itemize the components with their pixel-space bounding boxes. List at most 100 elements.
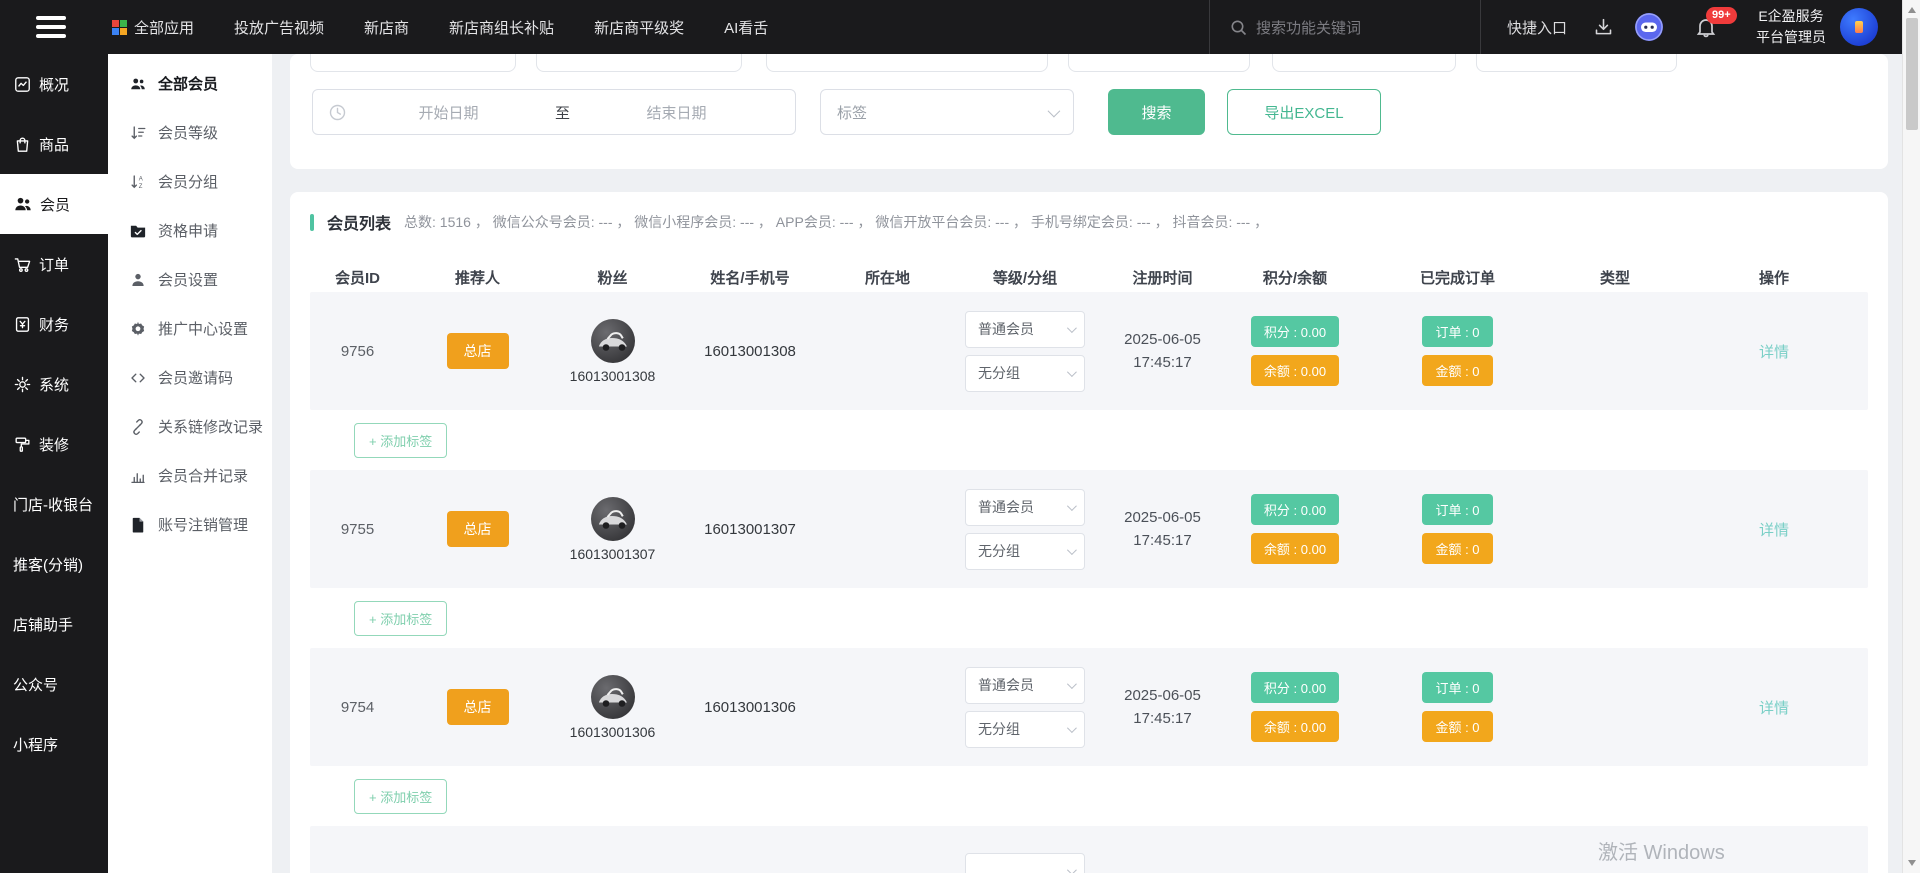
topnav-item-ai[interactable]: AI看舌 [724, 17, 768, 38]
primary-sidebar: 概况 商品 会员 订单 财务 系统 装修 门店-收银台 推客(分销) 店铺助手 … [0, 54, 108, 873]
orders-amount-cell: 订单 : 0 金额 : 0 [1422, 316, 1492, 386]
sidebar-item-decorate[interactable]: 装修 [0, 414, 108, 474]
page-scrollbar[interactable] [1902, 0, 1920, 873]
sidebar-item-mini-program[interactable]: 小程序 [0, 714, 108, 774]
member-car-avatar [591, 675, 635, 719]
level-select[interactable]: 普通会员 [965, 667, 1085, 704]
group-select[interactable]: 无分组 [965, 355, 1085, 392]
user-avatar[interactable] [1840, 8, 1878, 46]
filter-input-partial-1[interactable] [310, 54, 516, 72]
top-navigation: 全部应用 投放广告视频 新店商 新店商组长补贴 新店商平级奖 AI看舌 [112, 17, 768, 38]
add-tag-button[interactable]: + 添加标签 [354, 779, 447, 814]
member-id: 9756 [341, 343, 374, 360]
chevron-down-icon [1067, 679, 1077, 689]
submenu-item-merge-log[interactable]: 会员合并记录 [108, 451, 272, 500]
col-actions: 操作 [1759, 267, 1789, 288]
submenu-item-member-settings[interactable]: 会员设置 [108, 255, 272, 304]
users-icon [129, 75, 147, 93]
quick-entry-link[interactable]: 快捷入口 [1481, 17, 1593, 38]
add-tag-button[interactable]: + 添加标签 [354, 601, 447, 636]
fans-number: 16013001307 [570, 546, 656, 562]
level-select[interactable]: 普通会员 [965, 311, 1085, 348]
balance-badge: 余额 : 0.00 [1251, 711, 1339, 742]
submenu-item-relation-log[interactable]: 关系链修改记录 [108, 402, 272, 451]
submenu-item-member-group[interactable]: AZ 会员分组 [108, 157, 272, 206]
amount-badge: 金额 : 0 [1422, 711, 1492, 742]
filter-panel: 开始日期 至 结束日期 标签 搜索 导出EXCEL [290, 54, 1888, 169]
account-menu[interactable]: E企盈服务 平台管理员 [1756, 6, 1826, 48]
detail-link[interactable]: 详情 [1759, 519, 1789, 540]
amount-badge: 金额 : 0 [1422, 533, 1492, 564]
group-select[interactable]: 无分组 [965, 711, 1085, 748]
filter-input-partial-4[interactable] [1068, 54, 1250, 72]
main-content: 开始日期 至 结束日期 标签 搜索 导出EXCEL 会员列表 总数: 1516 … [272, 54, 1902, 873]
sidebar-item-goods[interactable]: 商品 [0, 114, 108, 174]
detail-link[interactable]: 详情 [1759, 341, 1789, 362]
sidebar-item-orders[interactable]: 订单 [0, 234, 108, 294]
sidebar-item-distribution[interactable]: 推客(分销) [0, 534, 108, 594]
tag-row: + 添加标签 [310, 766, 1868, 826]
search-placeholder: 搜索功能关键词 [1256, 17, 1361, 38]
group-select[interactable]: 无分组 [965, 533, 1085, 570]
submenu-item-account-cancellation[interactable]: 账号注销管理 [108, 500, 272, 549]
chevron-down-icon [1067, 501, 1077, 511]
orders-badge: 订单 : 0 [1422, 494, 1492, 525]
submenu-item-invite-code[interactable]: 会员邀请码 [108, 353, 272, 402]
tag-row: + 添加标签 [310, 410, 1868, 470]
topnav-item-new-shop[interactable]: 新店商 [364, 17, 409, 38]
submenu-item-qualification[interactable]: 资格申请 [108, 206, 272, 255]
table-header-row: 会员ID 推荐人 粉丝 姓名/手机号 所在地 等级/分组 注册时间 积分/余额 … [310, 262, 1868, 292]
member-row: 9754 总店 16013001306 16013001306 普通会员 无分组… [310, 648, 1868, 766]
submenu-item-promotion-settings[interactable]: 推广中心设置 [108, 304, 272, 353]
search-button[interactable]: 搜索 [1108, 89, 1205, 135]
scroll-up-arrow-icon[interactable] [1908, 7, 1916, 13]
filter-input-partial-3[interactable] [766, 54, 1048, 72]
sidebar-item-finance[interactable]: 财务 [0, 294, 108, 354]
filter-input-partial-5[interactable] [1272, 54, 1456, 72]
sidebar-item-members[interactable]: 会员 [0, 174, 108, 234]
register-time: 2025-06-0517:45:17 [1124, 328, 1201, 375]
download-icon[interactable] [1593, 17, 1614, 38]
filter-input-partial-2[interactable] [536, 54, 742, 72]
scroll-down-arrow-icon[interactable] [1908, 860, 1916, 866]
date-range-picker[interactable]: 开始日期 至 结束日期 [312, 89, 796, 135]
sidebar-item-pos[interactable]: 门店-收银台 [0, 474, 108, 534]
sidebar-item-official-account[interactable]: 公众号 [0, 654, 108, 714]
tag-select[interactable]: 标签 [820, 89, 1074, 135]
topnav-item-peer-award[interactable]: 新店商平级奖 [594, 17, 684, 38]
filter-input-partial-6[interactable] [1476, 54, 1677, 72]
register-time: 2025-06-0517:45:17 [1124, 506, 1201, 553]
global-search-input[interactable]: 搜索功能关键词 [1209, 0, 1481, 54]
col-type: 类型 [1600, 267, 1630, 288]
points-balance-cell: 积分 : 0.00 余额 : 0.00 [1251, 316, 1339, 386]
topnav-item-all-apps[interactable]: 全部应用 [112, 17, 194, 38]
level-group-cell: 普通会员 无分组 [965, 311, 1085, 392]
col-fans: 粉丝 [597, 267, 627, 288]
topnav-item-ad-video[interactable]: 投放广告视频 [234, 17, 324, 38]
topnav-item-group-subsidy[interactable]: 新店商组长补贴 [449, 17, 554, 38]
sidebar-item-system[interactable]: 系统 [0, 354, 108, 414]
submenu-item-member-level[interactable]: 会员等级 [108, 108, 272, 157]
menu-icon[interactable] [36, 11, 66, 43]
member-id: 9754 [341, 699, 374, 716]
member-car-avatar [591, 319, 635, 363]
detail-link[interactable]: 详情 [1759, 697, 1789, 718]
points-badge: 积分 : 0.00 [1251, 494, 1339, 525]
sidebar-item-shop-assistant[interactable]: 店铺助手 [0, 594, 108, 654]
submenu-item-all-members[interactable]: 全部会员 [108, 59, 272, 108]
fans-cell: 16013001307 [570, 497, 656, 562]
level-select[interactable]: 普通会员 [965, 489, 1085, 526]
notifications-bell-icon[interactable]: 99+ [1694, 15, 1718, 39]
member-name-phone: 16013001308 [704, 343, 796, 360]
add-tag-button[interactable]: + 添加标签 [354, 423, 447, 458]
svg-text:Z: Z [139, 184, 143, 190]
overview-icon [13, 75, 32, 94]
scrollbar-thumb[interactable] [1906, 18, 1918, 130]
finance-icon [13, 315, 32, 334]
export-excel-button[interactable]: 导出EXCEL [1227, 89, 1381, 135]
apps-grid-icon [112, 20, 127, 35]
person-icon [129, 271, 147, 289]
level-select[interactable] [965, 853, 1085, 873]
sidebar-item-overview[interactable]: 概况 [0, 54, 108, 114]
assistant-robot-icon[interactable] [1634, 12, 1664, 42]
